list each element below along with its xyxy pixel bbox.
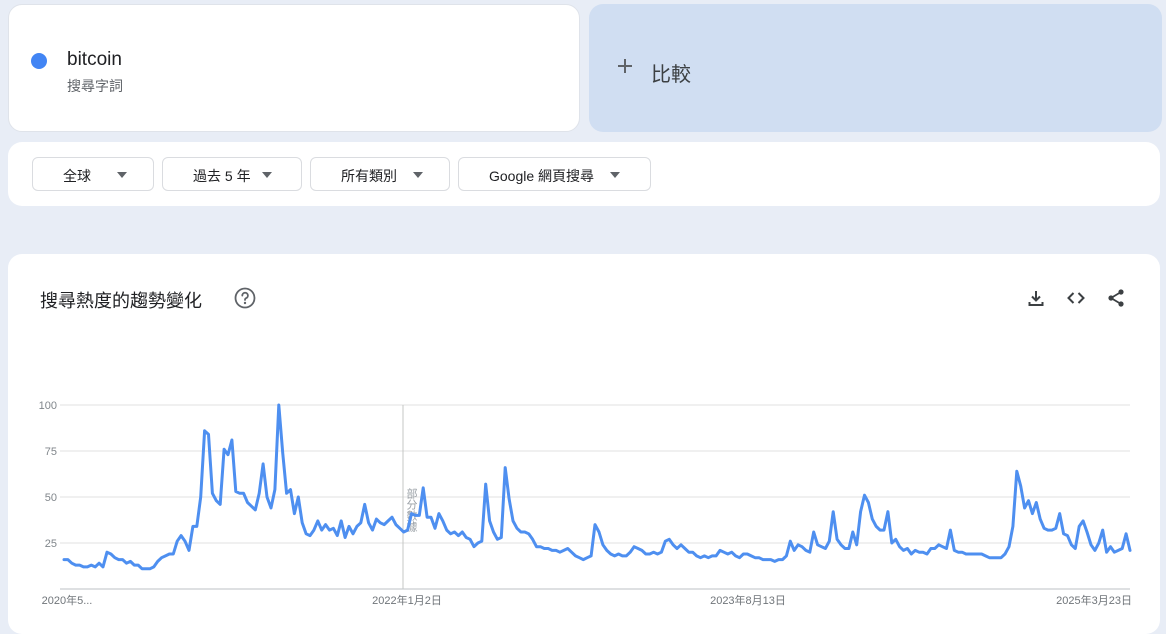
compare-label: 比較 xyxy=(651,64,691,86)
code-icon[interactable] xyxy=(1066,288,1086,308)
interest-over-time-card: 搜尋熱度的趨勢變化 xyxy=(8,254,1160,634)
region-filter-label: 全球 xyxy=(63,168,91,184)
search-term-type: 搜尋字詞 xyxy=(67,78,123,94)
chevron-down-icon xyxy=(413,172,423,178)
search-term-card[interactable]: bitcoin 搜尋字詞 xyxy=(8,4,580,132)
search-type-filter-label: Google 網頁搜尋 xyxy=(489,168,595,184)
time-range-filter-dropdown[interactable]: 過去 5 年 xyxy=(162,157,302,191)
filter-bar: 全球 過去 5 年 所有類別 Google 網頁搜尋 xyxy=(8,142,1160,206)
download-icon[interactable] xyxy=(1026,288,1046,308)
share-icon[interactable] xyxy=(1106,288,1126,308)
category-filter-label: 所有類別 xyxy=(341,168,397,184)
series-color-dot xyxy=(31,53,47,69)
plus-icon xyxy=(618,59,632,73)
add-comparison-button[interactable]: 比較 xyxy=(589,4,1162,132)
search-type-filter-dropdown[interactable]: Google 網頁搜尋 xyxy=(458,157,651,191)
chevron-down-icon xyxy=(610,172,620,178)
chevron-down-icon xyxy=(262,172,272,178)
chart-section-title: 搜尋熱度的趨勢變化 xyxy=(40,291,202,311)
search-term-name[interactable]: bitcoin xyxy=(67,49,122,71)
category-filter-dropdown[interactable]: 所有類別 xyxy=(310,157,450,191)
chevron-down-icon xyxy=(117,172,127,178)
time-range-filter-label: 過去 5 年 xyxy=(193,168,251,184)
help-circle-icon[interactable] xyxy=(234,287,256,309)
region-filter-dropdown[interactable]: 全球 xyxy=(32,157,154,191)
